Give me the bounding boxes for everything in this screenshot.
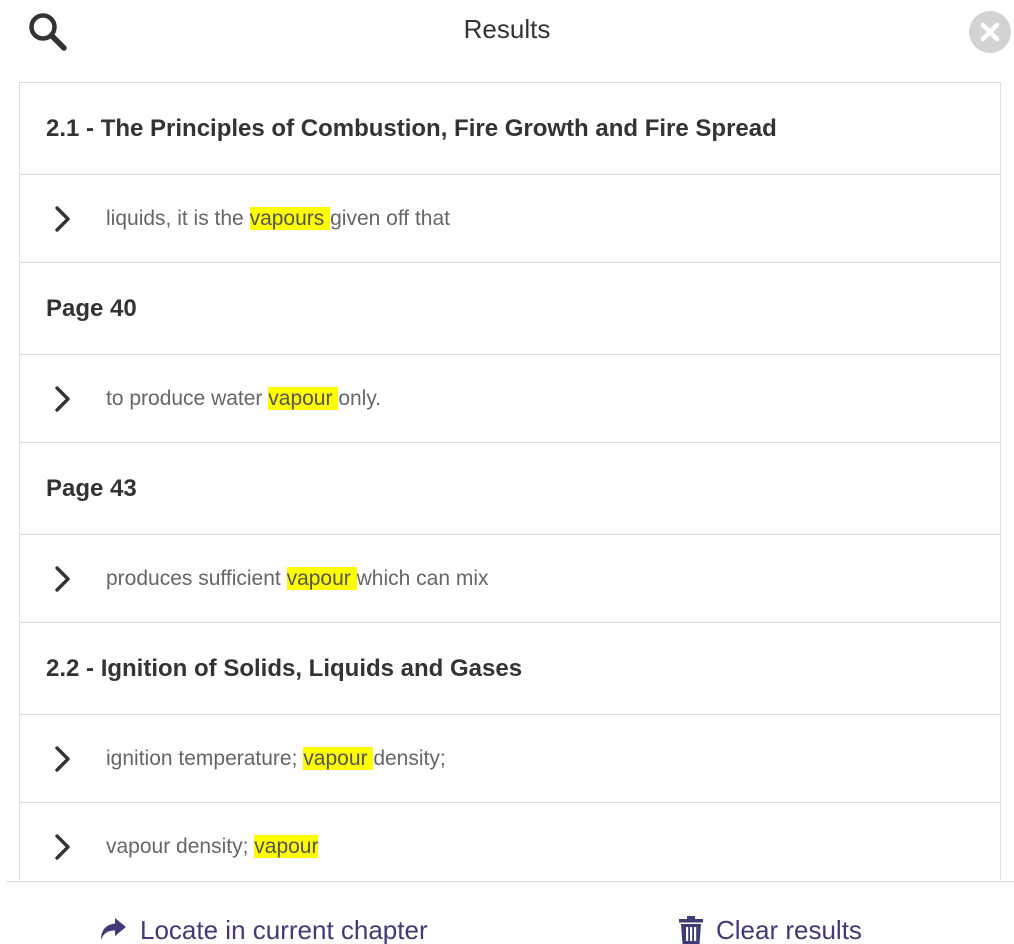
snippet-text-after: given off that (330, 206, 450, 230)
snippet-text-before: produces sufficient (106, 566, 287, 590)
result-group-heading: 2.1 - The Principles of Combustion, Fire… (20, 83, 1000, 175)
search-results-panel: Results 2.1 - The Principles of Combusti… (0, 0, 1014, 944)
page-title: Results (463, 14, 551, 44)
result-group-heading: Page 43 (20, 443, 1000, 535)
chevron-right-icon (52, 833, 72, 861)
snippet-text-after: only. (338, 386, 382, 410)
snippet-text-after: which can mix (356, 566, 489, 590)
result-item[interactable]: ignition temperature; vapour density; (20, 715, 1000, 803)
result-item[interactable]: vapour density; vapour (20, 803, 1000, 880)
footer-divider (6, 881, 1014, 882)
share-arrow-icon (98, 916, 128, 944)
snippet-text-before: to produce water (106, 386, 269, 410)
clear-results-button[interactable]: Clear results (678, 912, 862, 944)
search-match-highlight: vapour (303, 746, 374, 770)
chevron-right-icon (52, 745, 72, 773)
result-snippet: to produce water vapour only. (106, 386, 382, 411)
chevron-right-icon (52, 205, 72, 233)
chevron-right-icon (52, 385, 72, 413)
result-item[interactable]: liquids, it is the vapours given off tha… (20, 175, 1000, 263)
result-snippet: ignition temperature; vapour density; (106, 746, 446, 771)
search-match-highlight: vapour (254, 834, 319, 858)
result-group-heading: Page 40 (20, 263, 1000, 355)
snippet-text-before: vapour density; (106, 834, 255, 858)
locate-in-chapter-button[interactable]: Locate in current chapter (98, 912, 428, 944)
chevron-right-icon (52, 565, 72, 593)
locate-label: Locate in current chapter (140, 914, 428, 944)
result-item[interactable]: produces sufficient vapour which can mix (20, 535, 1000, 623)
snippet-text-before: liquids, it is the (106, 206, 250, 230)
close-button[interactable] (969, 11, 1011, 53)
search-match-highlight: vapour (286, 566, 357, 590)
search-match-highlight: vapour (268, 386, 339, 410)
trash-icon (678, 916, 704, 944)
close-icon (980, 22, 1000, 42)
results-list: 2.1 - The Principles of Combustion, Fire… (19, 82, 1001, 880)
result-snippet: vapour density; vapour (106, 834, 319, 859)
results-header: Results (0, 0, 1014, 60)
snippet-text-after: density; (373, 746, 446, 770)
result-snippet: produces sufficient vapour which can mix (106, 566, 489, 591)
search-match-highlight: vapours (249, 206, 331, 230)
snippet-text-before: ignition temperature; (106, 746, 304, 770)
result-snippet: liquids, it is the vapours given off tha… (106, 206, 450, 231)
result-group-heading: 2.2 - Ignition of Solids, Liquids and Ga… (20, 623, 1000, 715)
result-item[interactable]: to produce water vapour only. (20, 355, 1000, 443)
clear-results-label: Clear results (716, 914, 862, 944)
